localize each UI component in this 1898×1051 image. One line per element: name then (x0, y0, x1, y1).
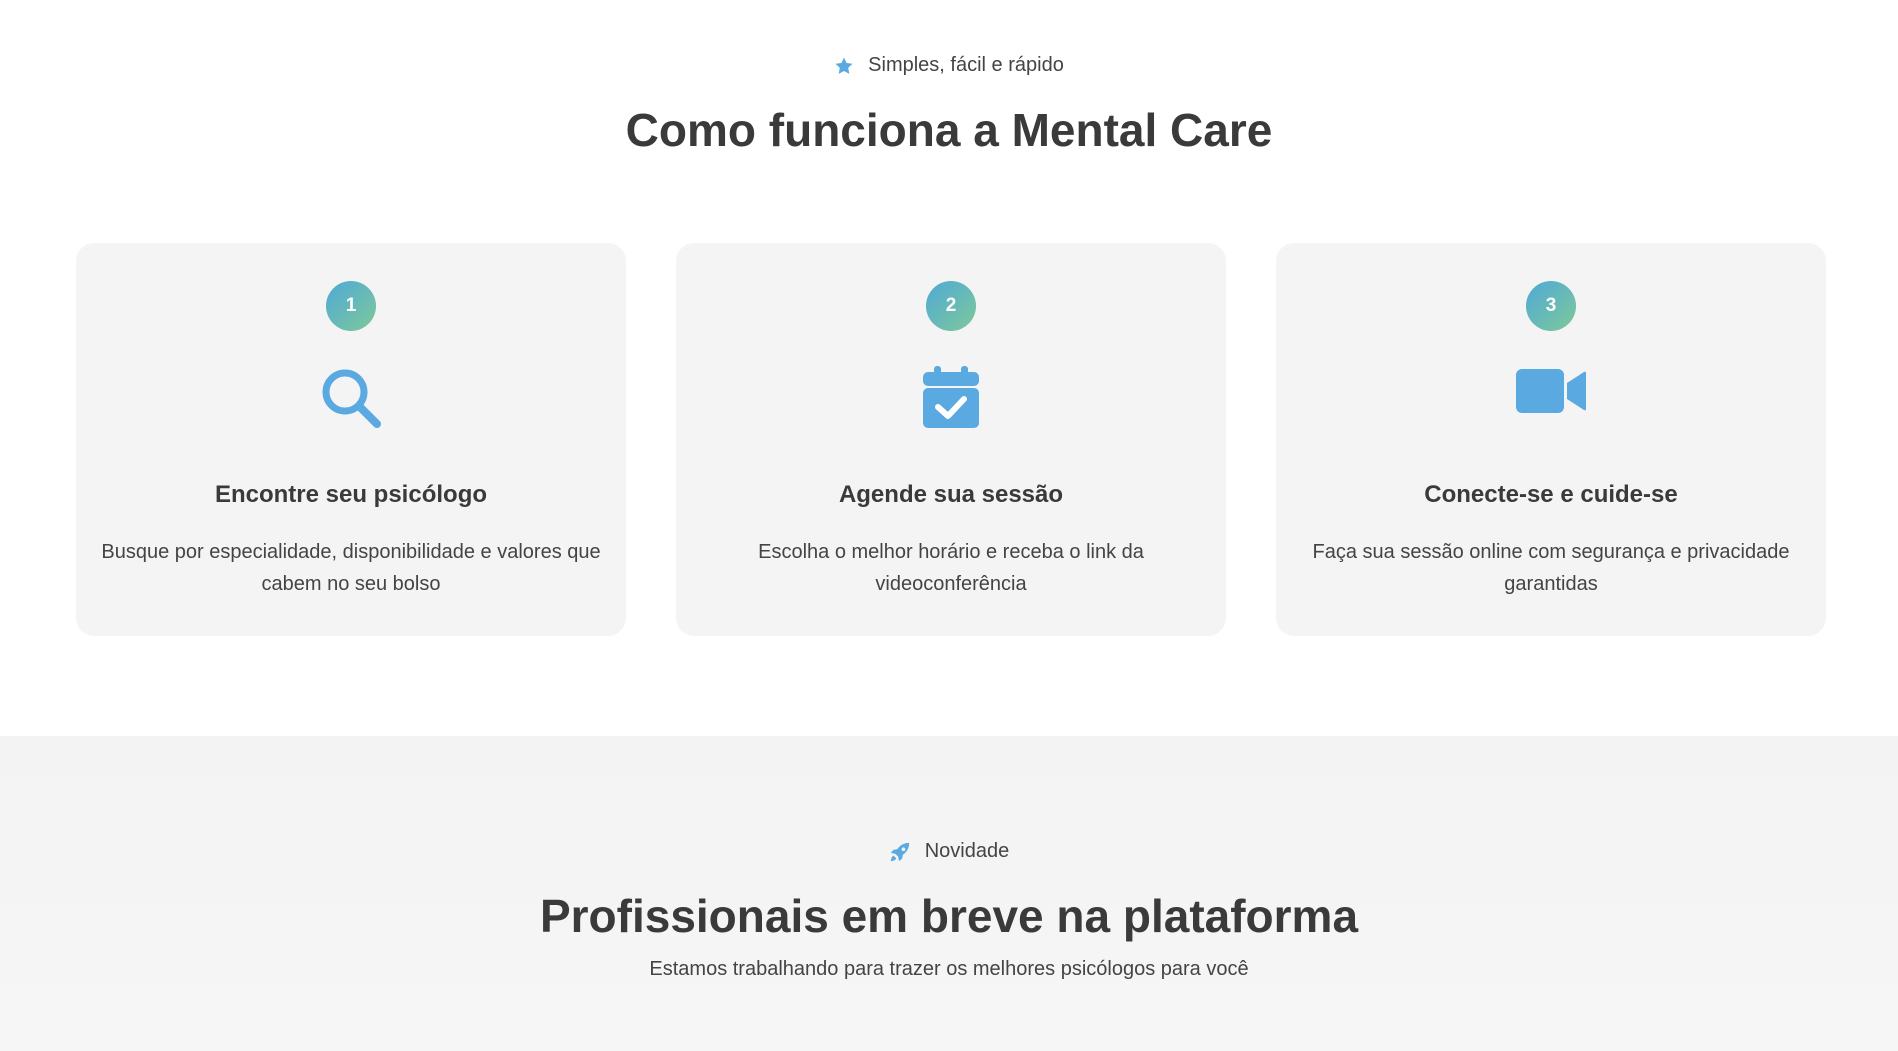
step-title: Agende sua sessão (838, 481, 1064, 508)
how-it-works-section: Simples, fácil e rápido Como funciona a … (0, 0, 1898, 736)
steps-list: 1 Encontre seu psicólogo Busque por espe… (76, 243, 1826, 636)
step-number-badge: 3 (1526, 281, 1576, 331)
step-card-connect: 3 Conecte-se e cuide-se Faça sua sessão … (1276, 243, 1826, 636)
page: Simples, fácil e rápido Como funciona a … (0, 0, 1898, 1051)
how-it-works-title: Como funciona a Mental Care (625, 104, 1273, 156)
step-card-find-psychologist: 1 Encontre seu psicólogo Busque por espe… (76, 243, 626, 636)
coming-soon-eyebrow: Novidade (0, 840, 1898, 863)
step-title: Encontre seu psicólogo (214, 481, 488, 508)
step-title: Conecte-se e cuide-se (1424, 481, 1678, 508)
step-description: Escolha o melhor horário e receba o link… (758, 541, 1144, 595)
step-description: Busque por especialidade, disponibilidad… (101, 541, 601, 595)
coming-soon-eyebrow-text: Novidade (924, 840, 1010, 862)
how-it-works-eyebrow: Simples, fácil e rápido (0, 54, 1898, 77)
calendar-check-icon (923, 366, 979, 433)
coming-soon-section: Novidade Profissionais em breve na plata… (0, 736, 1898, 1051)
video-camera-icon (1516, 366, 1586, 421)
coming-soon-title: Profissionais em breve na plataforma (539, 890, 1359, 942)
coming-soon-subtitle: Estamos trabalhando para trazer os melho… (649, 958, 1249, 980)
step-card-schedule-session: 2 Agende sua sessão Escolha o melhor hor… (676, 243, 1226, 636)
step-number-badge: 2 (926, 281, 976, 331)
step-number-badge: 1 (326, 281, 376, 331)
search-icon (319, 366, 383, 435)
rocket-icon (889, 841, 911, 863)
how-it-works-eyebrow-text: Simples, fácil e rápido (868, 54, 1064, 76)
step-description: Faça sua sessão online com segurança e p… (1312, 541, 1790, 595)
star-icon (834, 56, 854, 76)
